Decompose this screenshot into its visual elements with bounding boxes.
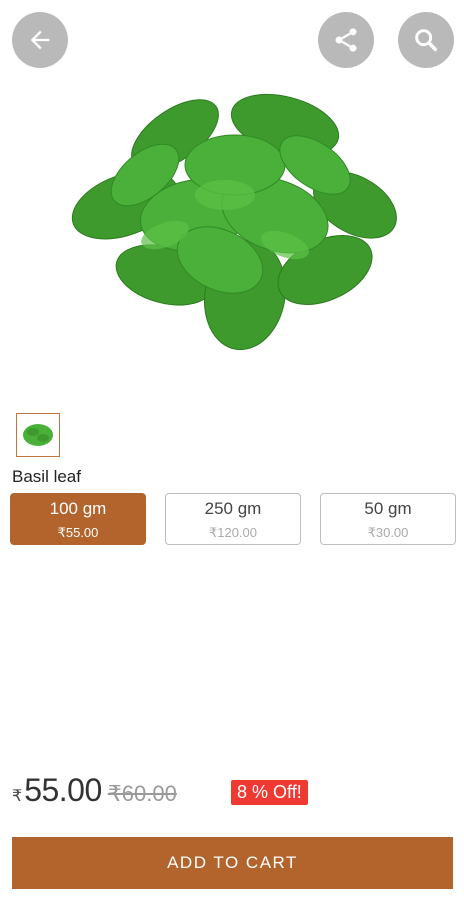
back-button[interactable] [12,12,68,68]
share-button[interactable] [318,12,374,68]
product-image [71,93,397,351]
variant-selector: 100 gm ₹55.00 250 gm ₹120.00 50 gm ₹30.0… [10,493,456,547]
variant-price: ₹30.00 [367,525,409,540]
price-row: ₹ 55.00 ₹60.00 [12,772,177,812]
variant-option-50gm[interactable]: 50 gm ₹30.00 [320,493,456,545]
share-icon [335,28,357,52]
variant-price: ₹120.00 [208,525,258,540]
arrow-left-icon [30,30,50,50]
search-button[interactable] [398,12,454,68]
variant-option-100gm[interactable]: 100 gm ₹55.00 [10,493,146,545]
product-image-area [0,0,464,395]
add-to-cart-button[interactable]: ADD TO CART [12,837,453,889]
variant-option-250gm[interactable]: 250 gm ₹120.00 [165,493,301,545]
product-thumbnail[interactable] [16,413,60,457]
selling-price: 55.00 [24,772,102,808]
discount-badge: 8 % Off! [231,780,308,805]
search-icon [415,29,438,52]
basil-thumbnail-image [23,424,53,446]
variant-price: ₹55.00 [57,525,99,540]
product-name: Basil leaf [12,467,81,486]
variant-weight: 50 gm [364,499,412,518]
currency-symbol: ₹ [12,788,23,805]
variant-weight: 100 gm [49,499,107,518]
variant-weight: 250 gm [204,499,262,518]
original-price: ₹60.00 [107,781,177,806]
